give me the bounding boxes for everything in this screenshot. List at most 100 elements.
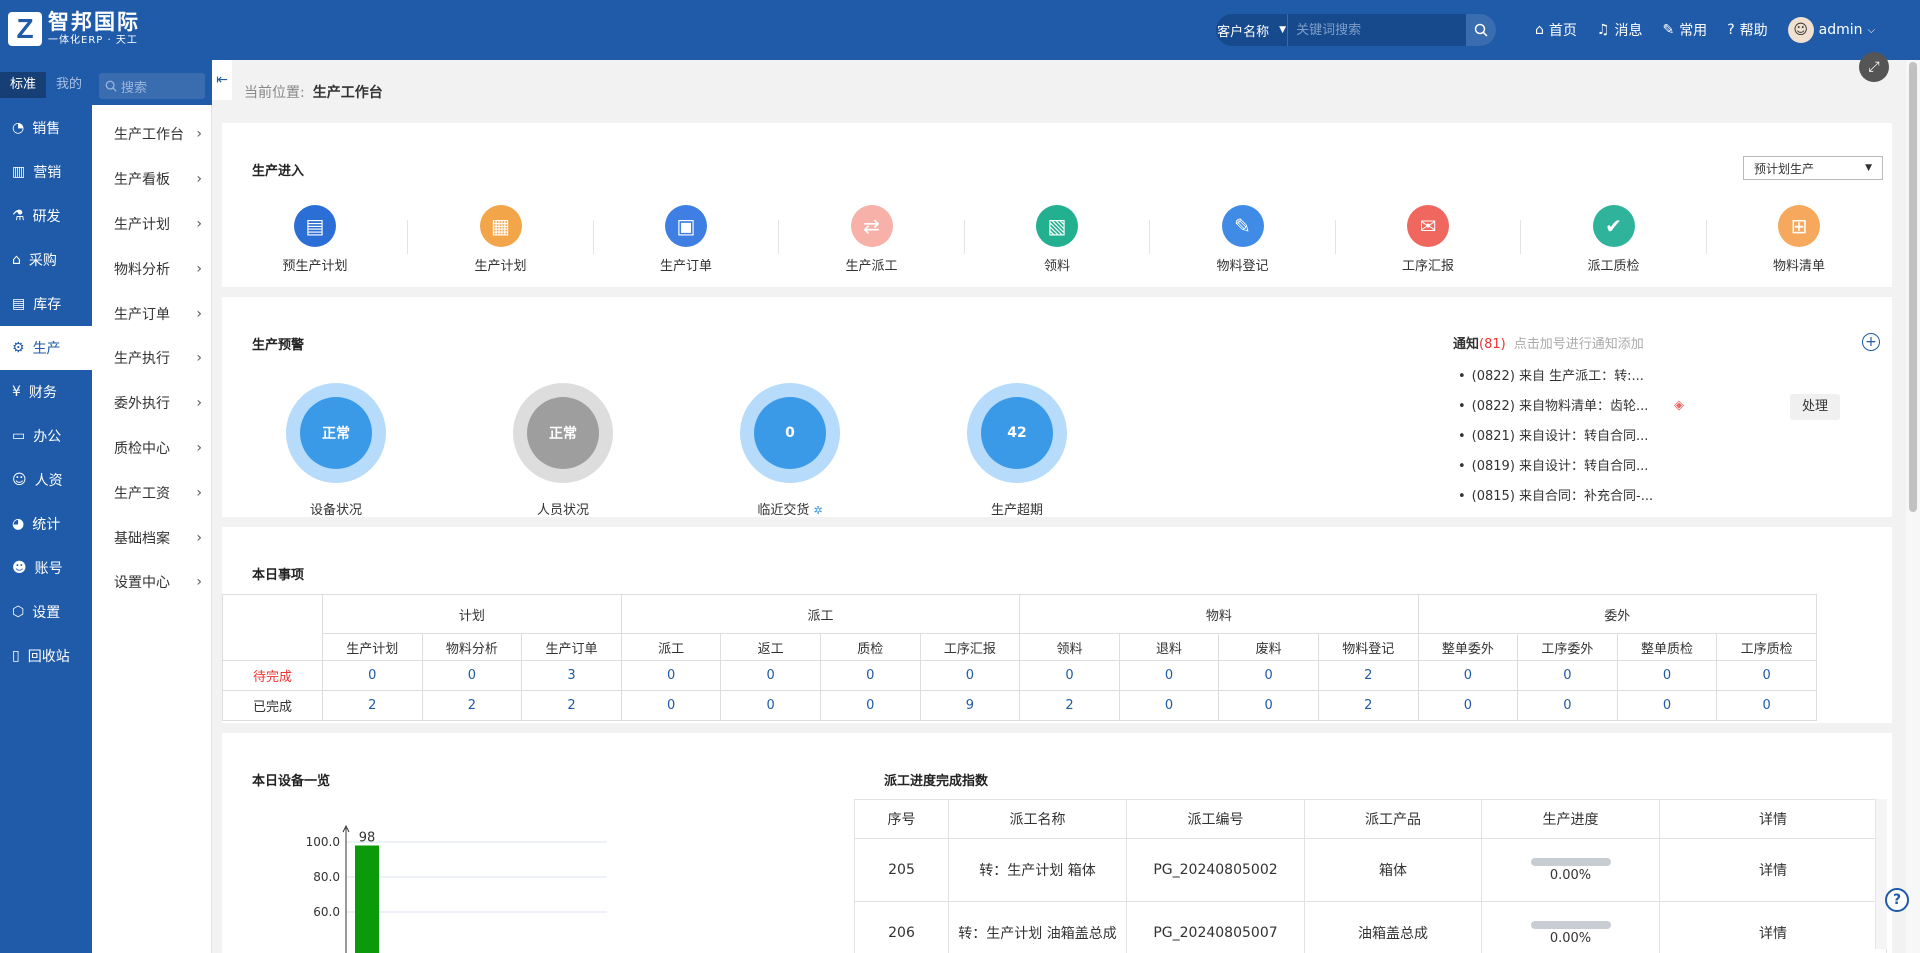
page-scrollbar-thumb[interactable]	[1909, 62, 1917, 512]
sidebar-item-7[interactable]: ▭ 办公	[0, 414, 92, 458]
table-cell[interactable]: 0	[1716, 690, 1817, 721]
entry-item-0[interactable]: ▤ 预生产计划	[260, 205, 370, 274]
entry-item-7[interactable]: ✔ 派工质检	[1559, 205, 1669, 274]
table-cell[interactable]: 0	[1517, 660, 1618, 691]
entry-item-1[interactable]: ▦ 生产计划	[446, 205, 556, 274]
search-icon	[105, 80, 117, 92]
submenu-item-2[interactable]: 生产计划 ›	[92, 202, 212, 247]
table-cell[interactable]: 0	[919, 660, 1021, 691]
entry-item-4[interactable]: ▧ 领料	[1002, 205, 1112, 274]
table-cell[interactable]: 0	[1616, 660, 1718, 691]
entry-item-6[interactable]: ✉ 工序汇报	[1373, 205, 1483, 274]
sidebar-item-12[interactable]: ▯ 回收站	[0, 634, 92, 678]
add-notice-button[interactable]: +	[1862, 333, 1880, 351]
notice-item[interactable]: (0819) 来自设计：转自合同...	[1458, 456, 1653, 486]
plan-type-dropdown[interactable]: 预计划生产 ▼	[1743, 156, 1883, 180]
table-cell[interactable]: 2	[1019, 690, 1120, 721]
table-cell[interactable]: 0	[1118, 690, 1220, 721]
bar[interactable]	[355, 845, 379, 953]
collapse-menu-button[interactable]: ⇤	[212, 60, 232, 100]
floating-help-button[interactable]: ?	[1885, 888, 1909, 912]
nav-help[interactable]: ? 帮助	[1727, 20, 1767, 40]
table-cell[interactable]: 2	[1317, 690, 1419, 721]
gauge-2[interactable]: 0	[740, 383, 840, 483]
notice-item[interactable]: (0822) 来自物料清单：齿轮...	[1458, 396, 1653, 426]
submenu-item-8[interactable]: 生产工资 ›	[92, 470, 212, 515]
sidebar-item-9[interactable]: ◕ 统计	[0, 502, 92, 546]
table-cell[interactable]: 3	[521, 660, 622, 691]
table-cell[interactable]: 0	[1218, 690, 1319, 721]
sidebar-item-11[interactable]: ⬡ 设置	[0, 590, 92, 634]
submenu-item-5[interactable]: 生产执行 ›	[92, 336, 212, 381]
gauge-1[interactable]: 正常	[513, 383, 613, 483]
gauge-3[interactable]: 42	[967, 383, 1067, 483]
submenu-item-label: 委外执行	[114, 396, 170, 413]
table-cell[interactable]: 0	[620, 690, 722, 721]
gauge-0[interactable]: 正常	[286, 383, 386, 483]
submenu-item-10[interactable]: 设置中心 ›	[92, 560, 212, 605]
sidebar-item-1[interactable]: ▥ 营销	[0, 150, 92, 194]
search-button[interactable]	[1466, 14, 1496, 46]
table-cell[interactable]: 0	[1517, 690, 1618, 721]
sidebar-item-label: 财务	[28, 385, 57, 401]
nav-messages[interactable]: ♫ 消息	[1597, 20, 1643, 40]
search-input[interactable]	[1288, 14, 1467, 46]
table-cell[interactable]: 0	[1118, 660, 1220, 691]
submenu-item-1[interactable]: 生产看板 ›	[92, 157, 212, 202]
notice-item[interactable]: (0815) 来自合同：补充合同-...	[1458, 486, 1653, 516]
notice-item[interactable]: (0822) 来自 生产派工：转:...	[1458, 366, 1653, 396]
nav-common[interactable]: ✎ 常用	[1662, 20, 1707, 40]
table-cell[interactable]: 0	[720, 660, 821, 691]
entry-item-2[interactable]: ▣ 生产订单	[631, 205, 741, 274]
table-cell[interactable]: 9	[919, 690, 1021, 721]
table-cell[interactable]: 0	[421, 660, 523, 691]
fullscreen-button[interactable]: ⤢	[1859, 52, 1889, 82]
submenu-item-7[interactable]: 质检中心 ›	[92, 426, 212, 471]
table-cell[interactable]: 0	[322, 660, 423, 691]
brand-logo[interactable]: Z 智邦国际 一体化ERP · 天工	[8, 10, 140, 47]
table-cell[interactable]: 0	[1716, 660, 1817, 691]
table-cell[interactable]: 0	[1417, 690, 1519, 721]
table-cell[interactable]: 2	[322, 690, 423, 721]
sidebar-item-0[interactable]: ◔ 销售	[0, 106, 92, 150]
submenu-item-6[interactable]: 委外执行 ›	[92, 381, 212, 426]
submenu-item-4[interactable]: 生产订单 ›	[92, 291, 212, 336]
table-cell[interactable]: 0	[819, 660, 921, 691]
detail-link[interactable]: 详情	[1659, 838, 1887, 902]
table-cell[interactable]: 0	[1019, 660, 1120, 691]
sidebar-item-8[interactable]: ☺ 人资	[0, 458, 92, 502]
tab-mine[interactable]: 我的	[46, 72, 92, 98]
table-cell[interactable]: 0	[620, 660, 722, 691]
table-scrollbar[interactable]	[1875, 799, 1887, 949]
submenu-item-9[interactable]: 基础档案 ›	[92, 515, 212, 560]
sidebar-item-2[interactable]: ⚗ 研发	[0, 194, 92, 238]
table-cell[interactable]: 2	[421, 690, 523, 721]
table-cell[interactable]: 0	[1616, 690, 1718, 721]
entry-item-5[interactable]: ✎ 物料登记	[1188, 205, 1298, 274]
sidebar-item-4[interactable]: ▤ 库存	[0, 282, 92, 326]
notice-item[interactable]: (0821) 来自设计：转自合同...	[1458, 426, 1653, 456]
gauge-label: 设备状况	[266, 499, 406, 518]
nav-home[interactable]: ⌂ 首页	[1535, 20, 1577, 40]
sidebar-item-6[interactable]: ¥ 财务	[0, 370, 92, 414]
sidebar-item-5[interactable]: ⚙ 生产	[0, 326, 92, 370]
tab-standard[interactable]: 标准	[0, 72, 46, 98]
table-cell[interactable]: 0	[819, 690, 921, 721]
entry-item-8[interactable]: ⊞ 物料清单	[1744, 205, 1854, 274]
submenu-item-3[interactable]: 物料分析 ›	[92, 246, 212, 291]
handle-button[interactable]: 处理	[1790, 394, 1840, 420]
table-cell[interactable]: 2	[1317, 660, 1419, 691]
submenu-item-0[interactable]: 生产工作台 ›	[92, 112, 212, 157]
sidebar-item-10[interactable]: ☻ 账号	[0, 546, 92, 590]
detail-link[interactable]: 详情	[1659, 901, 1887, 953]
menu-search-input[interactable]: 搜索	[99, 73, 205, 99]
search-category-select[interactable]: 客户名称 ▼	[1216, 14, 1289, 46]
entry-item-3[interactable]: ⇄ 生产派工	[817, 205, 927, 274]
table-cell[interactable]: 0	[720, 690, 821, 721]
table-cell[interactable]: 0	[1417, 660, 1519, 691]
sidebar-item-3[interactable]: ⌂ 采购	[0, 238, 92, 282]
column-header: 物料分析	[421, 633, 523, 661]
table-cell[interactable]: 2	[521, 690, 622, 721]
table-cell[interactable]: 0	[1218, 660, 1319, 691]
user-menu[interactable]: ☺ admin ⌵	[1787, 17, 1875, 43]
